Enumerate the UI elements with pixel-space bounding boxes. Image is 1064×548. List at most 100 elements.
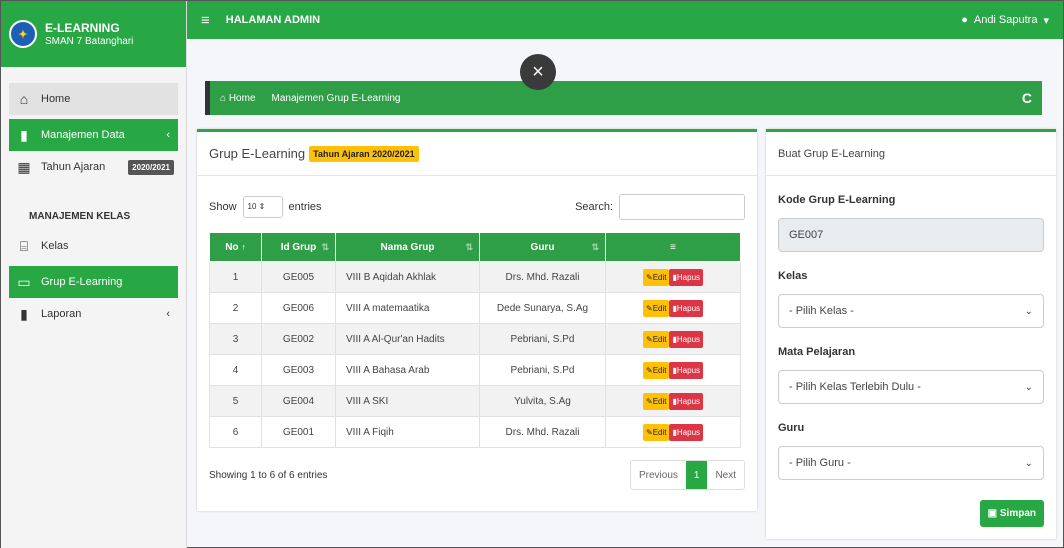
card-title: Grup E-Learning (209, 146, 306, 161)
sidebar-item-home[interactable]: ⌂ Home (9, 83, 178, 115)
chevron-left-icon: ‹ (166, 129, 170, 141)
caret-down-icon: ▾ (1043, 14, 1049, 27)
book-icon: ▮ (20, 126, 28, 143)
guru-label: Guru (778, 422, 805, 434)
school-logo-icon: ✦ (9, 20, 37, 48)
entries-value: 10 (247, 202, 257, 211)
sidebar-item-grup[interactable]: ▭ Grup E-Learning (9, 266, 178, 298)
sidebar: ✦ E-LEARNING SMAN 7 Batanghari ⌂ Home ▮ … (1, 1, 187, 548)
brand-subtitle: SMAN 7 Batanghari (45, 36, 134, 47)
hapus-button[interactable]: ▮Hapus (669, 423, 704, 441)
cell-actions: ✎Edit ▮Hapus (605, 261, 741, 293)
breadcrumb-home[interactable]: Home (229, 93, 256, 104)
table-controls: Show 10 ⇕ entries Search: (197, 194, 757, 220)
next-button[interactable]: Next (707, 461, 744, 489)
guru-select[interactable]: - Pilih Guru - ⌄ (778, 446, 1044, 480)
kelas-select[interactable]: - Pilih Kelas - ⌄ (778, 294, 1044, 328)
cell-actions: ✎Edit ▮Hapus (605, 385, 741, 417)
cell-nama: VIII B Aqidah Akhlak (335, 261, 480, 293)
edit-button[interactable]: ✎Edit (642, 330, 670, 348)
cell-id: GE002 (261, 323, 336, 355)
cell-nama: VIII A Bahasa Arab (335, 354, 480, 386)
card-header: Grup E-Learning Tahun Ajaran 2020/2021 (197, 132, 757, 176)
cell-no: 2 (209, 292, 262, 324)
sidebar-item-manajemen-data[interactable]: ▮ Manajemen Data ‹ (9, 119, 178, 151)
chevron-left-icon: ‹ (166, 308, 170, 320)
sidebar-item-label: Kelas (41, 240, 69, 252)
kelas-label: Kelas (778, 270, 808, 282)
table-row: 1 GE005 VIII B Aqidah Akhlak Drs. Mhd. R… (209, 261, 741, 293)
hapus-button[interactable]: ▮Hapus (669, 299, 704, 317)
breadcrumb-current: Manajemen Grup E-Learning (271, 92, 401, 104)
sidebar-item-label: Tahun Ajaran (41, 161, 106, 173)
col-header-no[interactable]: No ↑ (209, 232, 262, 262)
sidebar-item-kelas[interactable]: ⌸ Kelas (9, 230, 178, 262)
col-header-guru[interactable]: Guru ⇅ (479, 232, 606, 262)
cell-guru: Pebriani, S.Pd (479, 354, 606, 386)
edit-button[interactable]: ✎Edit (642, 392, 670, 410)
brand-title: E-LEARNING (45, 21, 120, 35)
pagination: Previous 1 Next (629, 460, 745, 490)
previous-button[interactable]: Previous (631, 461, 686, 489)
col-header-actions: ≡ (605, 232, 741, 262)
home-icon: ⌂ (19, 91, 29, 107)
hapus-button[interactable]: ▮Hapus (669, 268, 704, 286)
search-label: Search: (575, 201, 613, 213)
sidebar-item-label: Grup E-Learning (41, 276, 123, 288)
hapus-button[interactable]: ▮Hapus (669, 392, 704, 410)
menu-icon[interactable]: ≡ (201, 12, 210, 29)
school-icon: ⌸ (19, 237, 29, 254)
cell-no: 3 (209, 323, 262, 355)
col-header-nama[interactable]: Nama Grup ⇅ (335, 232, 480, 262)
book-icon: ▮ (20, 305, 28, 322)
cell-nama: VIII A SKI (335, 385, 480, 417)
cell-actions: ✎Edit ▮Hapus (605, 354, 741, 386)
page-1-button[interactable]: 1 (685, 461, 708, 489)
user-name: Andi Saputra (973, 14, 1038, 26)
create-grup-card: Buat Grup E-Learning Kode Grup E-Learnin… (766, 129, 1056, 539)
tahun-badge: Tahun Ajaran 2020/2021 (309, 145, 419, 162)
kode-field: GE007 (778, 218, 1044, 252)
hapus-button[interactable]: ▮Hapus (669, 361, 704, 379)
search-box: Search: (575, 194, 745, 220)
edit-button[interactable]: ✎Edit (642, 423, 670, 441)
user-menu[interactable]: ● Andi Saputra ▾ (961, 14, 1049, 27)
table-footer: Showing 1 to 6 of 6 entries Previous 1 N… (197, 460, 757, 490)
edit-button[interactable]: ✎Edit (642, 299, 670, 317)
chevron-down-icon: ⌄ (1024, 381, 1033, 393)
sort-icon: ⇕ (258, 202, 266, 211)
cell-guru: Drs. Mhd. Razali (479, 416, 606, 448)
calendar-icon: ▦ (17, 158, 31, 175)
cell-id: GE003 (261, 354, 336, 386)
chevron-down-icon: ⌄ (1024, 457, 1033, 469)
close-button[interactable]: × (520, 54, 556, 90)
col-header-id[interactable]: Id Grup ⇅ (261, 232, 336, 262)
cell-no: 5 (209, 385, 262, 417)
section-label: MANAJEMEN KELAS (29, 211, 131, 222)
search-input[interactable] (619, 194, 745, 220)
table-row: 3 GE002 VIII A Al-Qur'an Hadits Pebriani… (209, 323, 741, 355)
page-title: HALAMAN ADMIN (225, 14, 321, 26)
cell-guru: Drs. Mhd. Razali (479, 261, 606, 293)
showing-info: Showing 1 to 6 of 6 entries (209, 469, 328, 481)
cell-no: 4 (209, 354, 262, 386)
sidebar-item-label: Home (41, 93, 71, 105)
refresh-icon[interactable]: C (1022, 90, 1032, 106)
sidebar-item-label: Manajemen Data (41, 129, 125, 141)
brand[interactable]: ✦ E-LEARNING SMAN 7 Batanghari (1, 1, 186, 67)
edit-button[interactable]: ✎Edit (642, 361, 670, 379)
table-row: 2 GE006 VIII A matemaatika Dede Sunarya,… (209, 292, 741, 324)
sidebar-item-laporan[interactable]: ▮ Laporan ‹ (9, 298, 178, 330)
cell-no: 1 (209, 261, 262, 293)
entries-select[interactable]: 10 ⇕ (242, 196, 283, 218)
edit-button[interactable]: ✎Edit (642, 268, 670, 286)
hapus-button[interactable]: ▮Hapus (669, 330, 704, 348)
chevron-down-icon: ⌄ (1024, 305, 1033, 317)
sidebar-item-tahun-ajaran[interactable]: ▦ Tahun Ajaran 2020/2021 (9, 151, 178, 183)
simpan-button[interactable]: ▣ Simpan (979, 500, 1044, 527)
mapel-select[interactable]: - Pilih Kelas Terlebih Dulu - ⌄ (778, 370, 1044, 404)
cell-no: 6 (209, 416, 262, 448)
topbar: ≡ HALAMAN ADMIN ● Andi Saputra ▾ (187, 1, 1063, 39)
cell-guru: Pebriani, S.Pd (479, 323, 606, 355)
entries-label: entries (288, 201, 322, 213)
